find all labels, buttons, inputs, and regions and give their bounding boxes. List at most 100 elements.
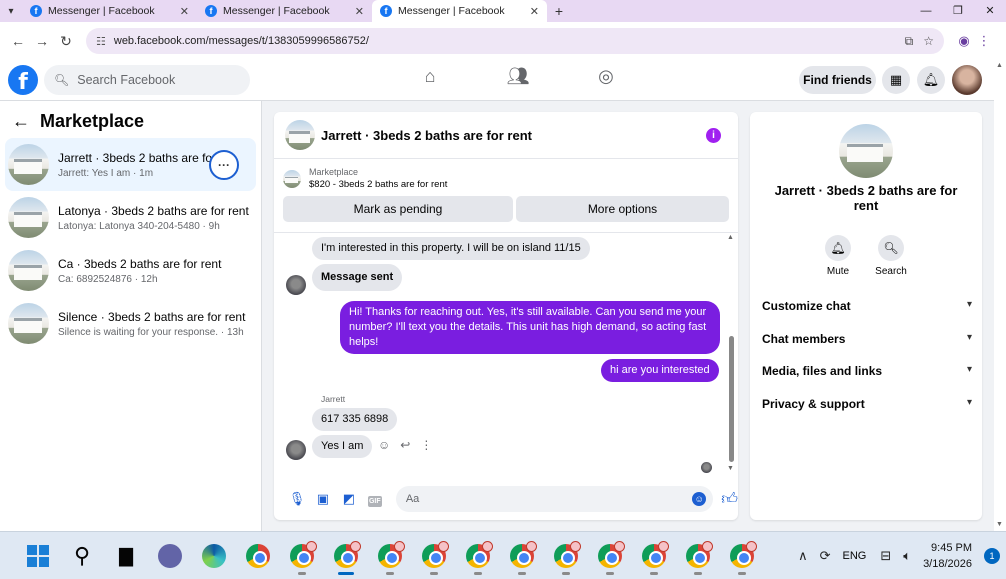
page-scrollbar[interactable]: ▲ ▼ — [994, 60, 1006, 531]
notification-badge[interactable]: 1 — [984, 548, 1000, 564]
chrome-profile-icon[interactable] — [588, 540, 632, 575]
new-tab-icon[interactable]: + — [547, 3, 571, 19]
restore-window-icon[interactable]: ❐ — [942, 0, 974, 22]
friends-icon[interactable]: 👥︎ — [474, 66, 562, 87]
conversation-name: Jarrett · 3beds 2 baths are for — [58, 150, 217, 165]
listing-thumbnail[interactable] — [285, 120, 315, 150]
chrome-profile-icon[interactable] — [280, 540, 324, 575]
mute-button[interactable]: 🔔︎ Mute — [808, 235, 868, 277]
marketplace-listing[interactable]: Marketplace $820 - 3beds 2 baths are for… — [274, 159, 738, 190]
thumbs-up-icon[interactable]: 👍︎ — [721, 490, 738, 509]
microphone-icon[interactable]: 🎙︎ — [284, 491, 310, 507]
mark-as-pending-button[interactable]: Mark as pending — [283, 196, 513, 222]
search-button[interactable]: 🔍︎ Search — [861, 235, 921, 277]
chrome-profile-icon[interactable] — [456, 540, 500, 575]
close-tab-icon[interactable]: ✕ — [355, 5, 364, 18]
incoming-message[interactable]: Yes I am — [312, 435, 373, 458]
chrome-profile-icon[interactable] — [500, 540, 544, 575]
edge-browser-icon[interactable] — [192, 540, 236, 572]
more-options-button[interactable]: More options — [516, 196, 729, 222]
chrome-profile-icon[interactable] — [676, 540, 720, 575]
url-field[interactable]: ☷ web.facebook.com/messages/t/1383059996… — [86, 28, 944, 54]
chrome-icon[interactable] — [236, 540, 280, 572]
conversation-info-icon[interactable]: i — [706, 128, 721, 143]
attach-media-icon[interactable]: ▣ — [310, 491, 336, 507]
start-button[interactable] — [16, 540, 60, 572]
conversation-item[interactable]: Latonya · 3beds 2 baths are for rent Lat… — [5, 191, 256, 244]
tab-search-dropdown-icon[interactable]: ▾ — [0, 0, 22, 22]
facebook-logo-icon[interactable]: f — [8, 65, 38, 95]
facebook-favicon-icon: f — [30, 5, 42, 17]
scroll-down-icon[interactable]: ▼ — [727, 465, 734, 472]
teams-meet-icon[interactable] — [148, 540, 192, 572]
outgoing-message[interactable]: hi are you interested — [601, 359, 719, 382]
account-avatar[interactable] — [952, 65, 982, 95]
scrollbar-thumb[interactable] — [729, 336, 734, 462]
chrome-profile-icon[interactable] — [368, 540, 412, 575]
notifications-bell-icon[interactable]: 🔔︎ — [917, 66, 945, 94]
install-app-icon[interactable]: ⧉ — [905, 34, 914, 49]
groups-icon[interactable]: ◎ — [562, 66, 650, 87]
browser-tab-active[interactable]: f Messenger | Facebook ✕ — [372, 0, 547, 22]
react-emoji-icon[interactable]: ☺ — [378, 438, 390, 452]
taskbar-clock[interactable]: 9:45 PM 3/18/2026 — [923, 540, 972, 572]
find-friends-button[interactable]: Find friends — [799, 66, 876, 94]
close-window-icon[interactable]: ✕ — [974, 0, 1006, 22]
chat-members-section[interactable]: Chat members ▾ — [762, 332, 972, 346]
more-options-icon[interactable]: ··· — [209, 150, 239, 180]
emoji-icon[interactable]: ☺ — [692, 492, 707, 506]
conversation-item[interactable]: Ca · 3beds 2 baths are for rent Ca: 6892… — [5, 244, 256, 297]
close-tab-icon[interactable]: ✕ — [180, 5, 189, 18]
close-tab-icon[interactable]: ✕ — [530, 5, 539, 18]
chrome-profile-icon[interactable] — [632, 540, 676, 575]
conversation-item[interactable]: Jarrett · 3beds 2 baths are for Jarrett:… — [5, 138, 256, 191]
sticker-icon[interactable]: ◩ — [336, 491, 362, 507]
privacy-support-section[interactable]: Privacy & support ▾ — [762, 397, 972, 411]
message-scrollbar[interactable]: ▲ ▼ — [726, 234, 736, 476]
browser-tab[interactable]: f Messenger | Facebook ✕ — [197, 0, 372, 22]
incoming-message[interactable]: Message sent — [312, 264, 403, 291]
sender-avatar[interactable] — [286, 440, 306, 460]
bookmark-star-icon[interactable]: ☆ — [923, 34, 934, 48]
incoming-message[interactable]: 617 335 6898 — [312, 408, 398, 431]
media-files-links-section[interactable]: Media, files and links ▾ — [762, 364, 972, 378]
gif-icon[interactable]: GIF — [362, 491, 388, 507]
scroll-down-icon[interactable]: ▼ — [996, 521, 1003, 528]
conversation-item[interactable]: Silence · 3beds 2 baths are for rent Sil… — [5, 297, 256, 350]
more-vertical-icon[interactable]: ⋮ — [420, 438, 432, 452]
reload-icon[interactable]: ↻ — [54, 33, 78, 50]
show-hidden-icons-chevron-icon[interactable]: ∧ — [798, 548, 808, 564]
input-language[interactable]: ENG — [843, 550, 867, 562]
sync-icon[interactable]: ⟳ — [820, 548, 831, 564]
sender-avatar[interactable] — [286, 275, 306, 295]
forward-arrow-icon[interactable]: → — [30, 33, 54, 49]
chrome-profile-icon[interactable] — [720, 540, 764, 575]
incoming-message[interactable]: I'm interested in this property. I will … — [312, 237, 590, 260]
browser-menu-icon[interactable]: ⋮ — [974, 33, 994, 49]
back-arrow-icon[interactable]: ← — [6, 33, 30, 49]
home-icon[interactable]: ⌂ — [386, 66, 474, 87]
task-view-icon[interactable]: ▇ — [104, 540, 148, 572]
browser-profile-icon[interactable]: ◉ — [954, 33, 974, 49]
taskbar-search-icon[interactable]: ⚲ — [60, 540, 104, 572]
customize-chat-section[interactable]: Customize chat ▾ — [762, 299, 972, 313]
minimize-window-icon[interactable]: — — [910, 0, 942, 22]
chat-title[interactable]: Jarrett · 3beds 2 baths are for rent — [321, 128, 532, 143]
message-input[interactable]: Aa ☺ — [395, 486, 714, 512]
chrome-profile-icon[interactable] — [324, 540, 368, 575]
listing-thumbnail[interactable] — [839, 124, 893, 178]
browser-tab[interactable]: f Messenger | Facebook ✕ — [22, 0, 197, 22]
network-icon[interactable]: ⊟ — [880, 548, 891, 564]
chrome-profile-icon[interactable] — [412, 540, 456, 575]
scroll-up-icon[interactable]: ▲ — [996, 62, 1003, 69]
site-info-icon[interactable]: ☷ — [96, 35, 106, 48]
menu-grid-icon[interactable]: ▦ — [882, 66, 910, 94]
back-arrow-icon[interactable]: ← — [12, 111, 30, 132]
reply-icon[interactable]: ↩ — [400, 438, 410, 452]
volume-icon[interactable]: 🔈︎ — [903, 548, 911, 564]
outgoing-message[interactable]: Hi! Thanks for reaching out. Yes, it's s… — [340, 301, 720, 354]
facebook-search-input[interactable]: 🔍︎ Search Facebook — [44, 65, 250, 95]
chrome-profile-icon[interactable] — [544, 540, 588, 575]
scroll-up-icon[interactable]: ▲ — [727, 234, 734, 241]
message-input-placeholder: Aa — [405, 493, 420, 505]
